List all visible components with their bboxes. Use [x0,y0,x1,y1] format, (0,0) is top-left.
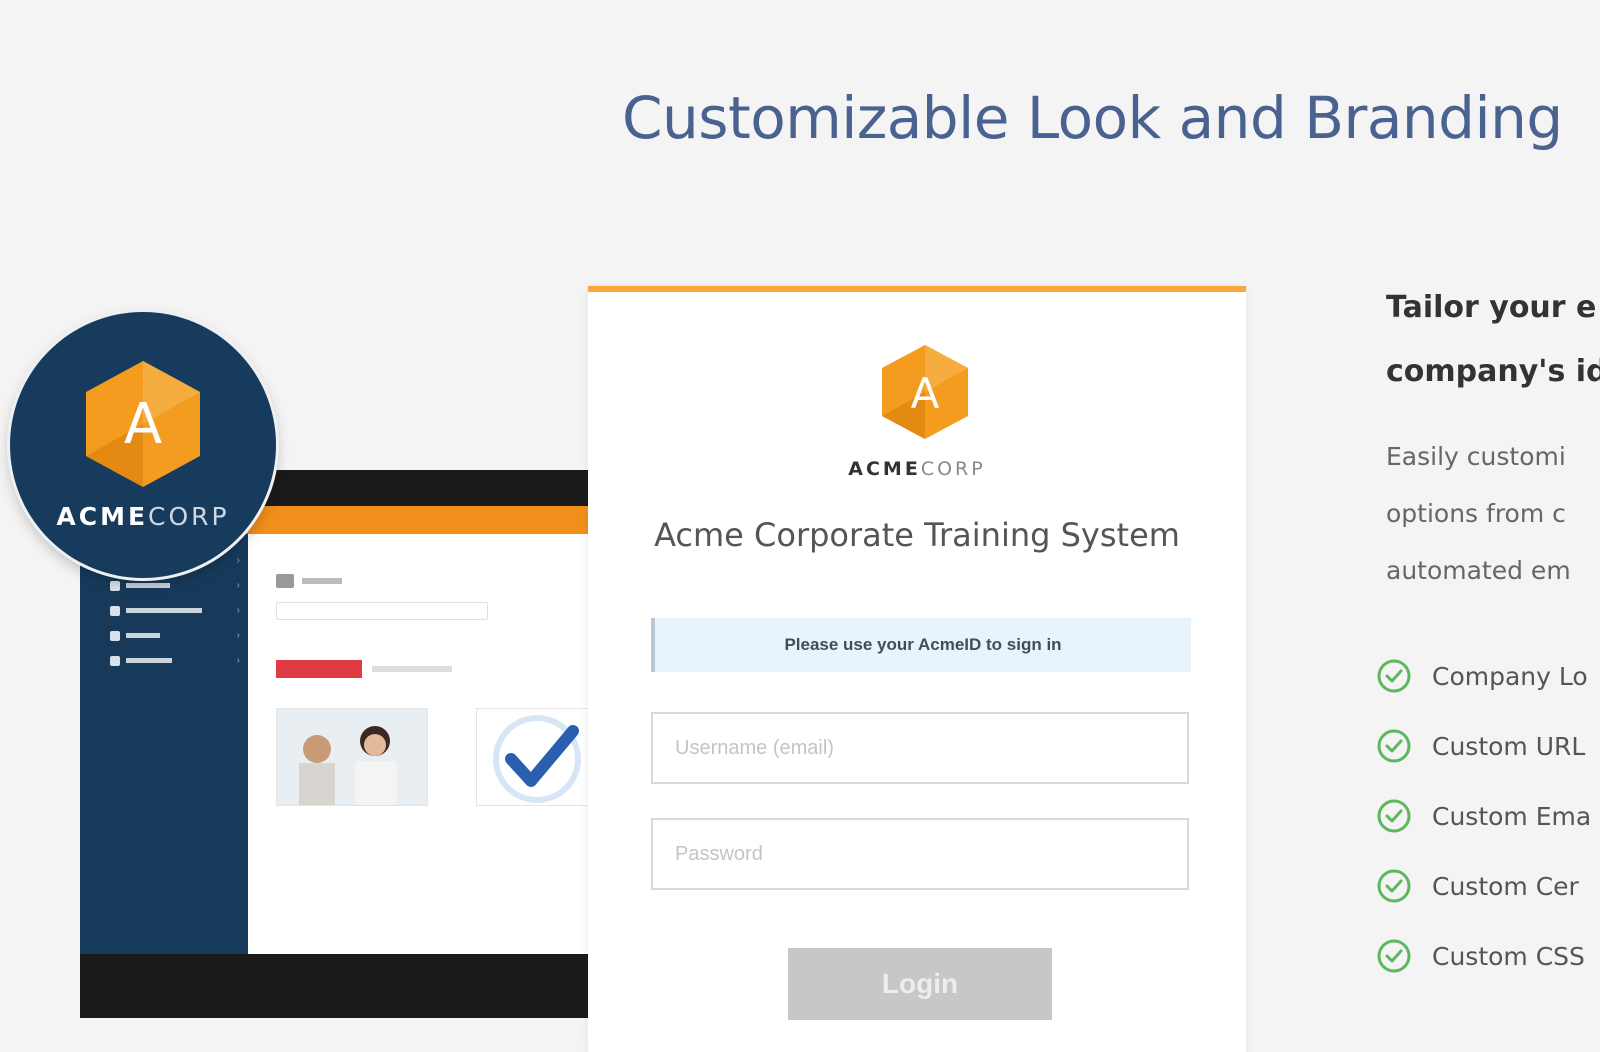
dashboard-content [248,534,600,954]
branding-info-panel: Tailor your e company's id Easily custom… [1377,276,1600,991]
tailor-heading: Tailor your e company's id [1386,276,1600,404]
feature-list: Company Lo Custom URL Custom Ema Custom … [1376,641,1600,991]
password-input[interactable] [651,818,1189,890]
login-brand-bold: ACME [848,458,921,480]
login-button[interactable]: Login [788,948,1052,1020]
feature-item: Company Lo [1376,641,1600,711]
feature-item: Custom URL [1376,711,1600,781]
brand-name-bold: ACME [56,502,149,531]
dashboard-grey-tab [372,666,452,672]
dashboard-nav-item: › [110,648,240,673]
dashboard-page-heading [276,574,342,588]
username-input[interactable] [651,712,1189,784]
acme-corp-badge: A ACMECORP [10,312,276,578]
feature-label: Company Lo [1432,661,1588,691]
tailor-description: Easily customi options from c automated … [1386,428,1600,599]
feature-label: Custom URL [1432,731,1586,761]
dashboard-sidebar: › › › › › [80,534,248,954]
system-title: Acme Corporate Training System [654,516,1180,554]
login-wordmark: ACMECORP [588,458,1246,480]
course-thumbnail-people [276,708,428,806]
feature-label: Custom Cer [1432,871,1579,901]
login-hexagon-logo: A [882,345,968,439]
check-circle-icon [1377,659,1411,693]
acme-hexagon-logo: A [86,361,200,487]
login-brand-light: CORP [920,458,986,480]
tailor-desc-line1: Easily customi [1386,442,1566,471]
dashboard-search-bar [276,602,488,620]
brand-name-light: CORP [148,502,230,531]
signin-notice: Please use your AcmeID to sign in [651,618,1191,672]
check-circle-icon [1377,939,1411,973]
tailor-heading-line1: Tailor your e [1386,290,1597,325]
page-title: Customizable Look and Branding [622,84,1563,152]
check-circle-icon [1377,799,1411,833]
feature-label: Custom Ema [1432,801,1592,831]
login-logo-letter: A [911,369,940,418]
feature-item: Custom CSS [1376,921,1600,991]
tailor-heading-line2: company's id [1386,354,1600,389]
dashboard-red-tab [276,660,362,678]
feature-label: Custom CSS [1432,941,1585,971]
tailor-desc-line3: automated em [1386,556,1571,585]
acme-corp-wordmark: ACMECORP [10,502,276,531]
check-circle-icon [1377,869,1411,903]
logo-letter: A [124,392,162,457]
feature-item: Custom Ema [1376,781,1600,851]
dashboard-nav-item: › [110,598,240,623]
feature-item: Custom Cer [1376,851,1600,921]
dashboard-nav-item: › [110,623,240,648]
course-thumbnail-checkmark [476,708,600,806]
login-card: A ACMECORP Acme Corporate Training Syste… [588,286,1246,1052]
check-circle-icon [1377,729,1411,763]
tailor-desc-line2: options from c [1386,499,1566,528]
